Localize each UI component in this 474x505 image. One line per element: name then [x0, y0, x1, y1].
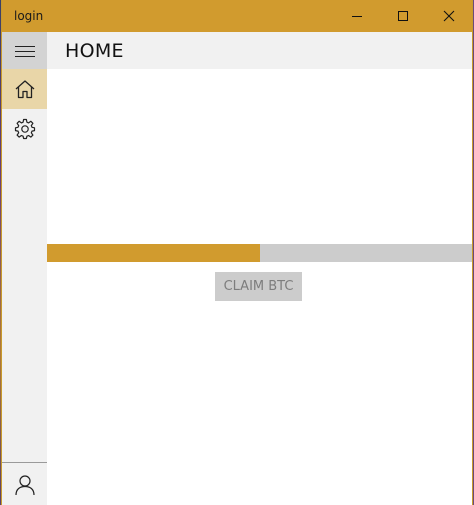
minimize-button[interactable]: [334, 0, 380, 32]
page-title: HOME: [65, 40, 124, 62]
hamburger-menu-icon: [14, 45, 35, 57]
progress-bar-fill: [47, 244, 260, 262]
navigation-pane: [2, 32, 48, 505]
nav-item-home[interactable]: [2, 69, 47, 109]
maximize-icon: [398, 11, 408, 21]
gear-icon: [14, 118, 35, 140]
minimize-icon: [352, 16, 362, 17]
nav-item-account[interactable]: [2, 464, 47, 505]
maximize-button[interactable]: [380, 0, 426, 32]
home-icon: [15, 80, 34, 99]
page-header: HOME: [47, 32, 472, 69]
hamburger-menu-button[interactable]: [2, 32, 47, 69]
close-button[interactable]: [426, 0, 472, 32]
progress-bar: [47, 244, 472, 262]
nav-item-settings[interactable]: [2, 109, 47, 149]
pane-divider: [2, 462, 47, 463]
close-icon: [443, 10, 455, 22]
claim-btc-button[interactable]: CLAIM BTC: [215, 272, 302, 301]
main-content: CLAIM BTC: [47, 69, 472, 505]
app-window: login HOME CLAIM BTC: [2, 0, 472, 505]
user-icon: [14, 474, 35, 495]
title-bar[interactable]: login: [2, 0, 472, 32]
window-title: login: [14, 9, 44, 23]
